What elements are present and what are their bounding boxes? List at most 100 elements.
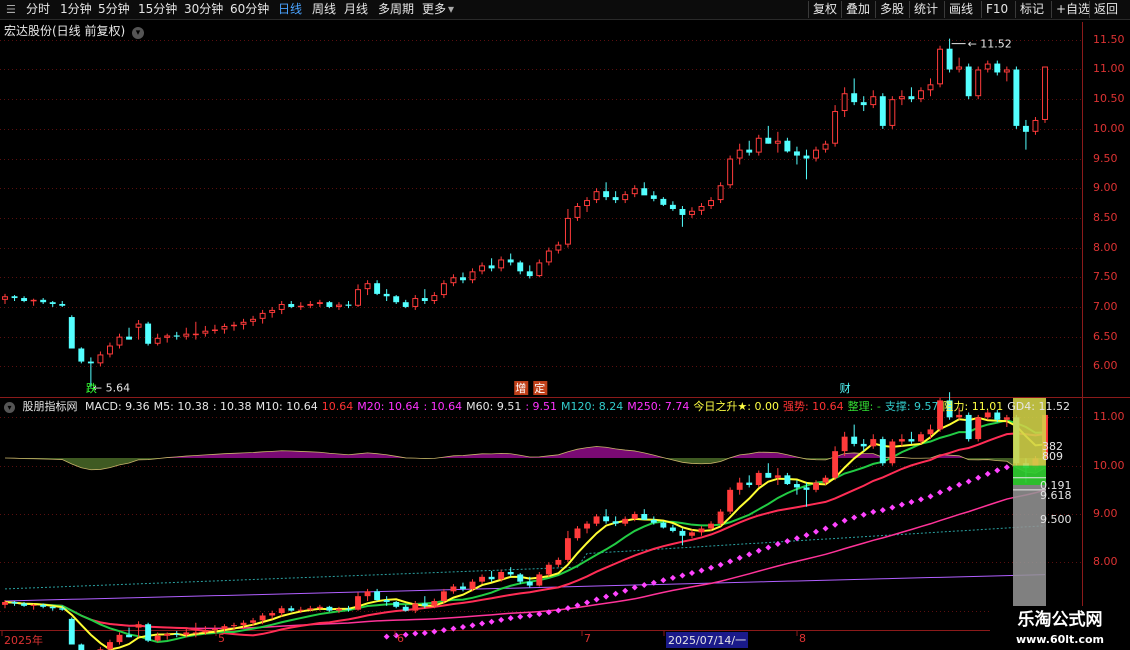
candle-body: [269, 309, 276, 313]
ind-candle-body: [784, 475, 791, 485]
ind-candle-body: [59, 608, 66, 610]
candle-body: [908, 96, 915, 100]
ind-candle-body: [21, 603, 28, 606]
ind-candle-body: [679, 530, 686, 536]
candle-body: [975, 69, 982, 97]
ind-candle-body: [240, 622, 247, 626]
candle-body: [431, 295, 438, 302]
event-marker-3: 财: [840, 381, 851, 395]
x-label-0: 2025年: [4, 634, 43, 647]
price-tick-1: 11.00: [1093, 62, 1125, 76]
tab-3[interactable]: 15分钟: [138, 0, 177, 19]
candle-body: [555, 244, 562, 251]
candle-body: [259, 312, 266, 319]
tool-4[interactable]: 画线: [944, 1, 977, 18]
candle-body: [412, 298, 419, 307]
ind-candle-body: [584, 523, 590, 529]
tool-5[interactable]: F10: [981, 1, 1012, 18]
ind-candle-body: [297, 609, 304, 611]
event-marker-2: 定: [534, 381, 545, 395]
tool-8[interactable]: 返回: [1089, 1, 1122, 18]
ind-candle-body: [78, 644, 85, 650]
tool-7[interactable]: +自选: [1051, 1, 1094, 18]
chart-app: 分时 1分钟 5分钟 15分钟 30分钟 60分钟 日线 周线 月线 多周期 更多 ▾ ☰ 复权 叠加 多股…: [0, 0, 1130, 650]
tab-9[interactable]: 多周期: [378, 0, 414, 19]
tab-0[interactable]: 分时: [26, 0, 50, 19]
candle-body: [154, 337, 161, 344]
ind-candle-body: [765, 472, 772, 478]
candle-body: [421, 298, 428, 302]
tab-6[interactable]: 日线: [278, 0, 302, 19]
price-tick-0: 11.50: [1093, 32, 1125, 46]
candle-body: [755, 137, 762, 153]
menu-icon[interactable]: ☰: [6, 0, 16, 19]
ind-candle-body: [479, 576, 486, 582]
chart-canvas[interactable]: ← 11.52 ← 5.64跌 增定 财: [0, 20, 1130, 650]
ind-candle-body: [116, 634, 123, 643]
ind-candle-body: [11, 601, 18, 604]
ind-candle-body: [145, 624, 152, 641]
event-marker-0: 跌: [86, 381, 97, 395]
tab-7[interactable]: 周线: [312, 0, 336, 19]
ind-candle-body: [412, 603, 419, 611]
ind-candle-body: [822, 477, 829, 483]
legend-item-12: 强势: 10.64: [782, 400, 844, 413]
candle-body: [832, 111, 839, 144]
tool-0[interactable]: 复权: [808, 1, 841, 18]
chevron-down-icon[interactable]: ▾: [448, 0, 454, 19]
ind-candle-body: [717, 511, 724, 524]
tool-3[interactable]: 统计: [909, 1, 942, 18]
ind-candle-body: [183, 632, 190, 635]
tab-10[interactable]: 更多: [422, 0, 446, 19]
candle-body: [183, 333, 190, 337]
ind-candle-body: [278, 608, 285, 614]
chevron-down-icon[interactable]: ▾: [4, 402, 15, 413]
ind-candle-body: [488, 576, 495, 580]
legend-item-8: : 9.51: [525, 400, 558, 413]
stock-title: 宏达股份(日线 前复权): [4, 24, 126, 38]
indicator-tick-1: 10.00: [1093, 458, 1125, 472]
chevron-down-icon[interactable]: ▾: [132, 27, 145, 39]
ind-candle-body: [1003, 417, 1010, 420]
watermark-title: 乐淘公式网: [1017, 610, 1103, 630]
legend-item-15: 阻力: 11.01: [942, 400, 1004, 413]
ind-candle-body: [746, 482, 753, 485]
ind-candle-body: [250, 620, 257, 623]
candle-body: [669, 204, 676, 209]
candle-body: [803, 155, 810, 159]
candle-body: [937, 48, 944, 85]
tab-8[interactable]: 月线: [344, 0, 368, 19]
candle-body: [460, 277, 466, 281]
candle-body: [78, 348, 85, 362]
candle-body: [813, 149, 819, 159]
candle-body: [574, 206, 581, 218]
ind-candle-body: [736, 482, 743, 490]
tab-5[interactable]: 60分钟: [230, 0, 269, 19]
candle-body: [870, 96, 877, 106]
ind-candle-body: [355, 596, 361, 610]
ind-candle-body: [126, 634, 132, 638]
toolbar: 分时 1分钟 5分钟 15分钟 30分钟 60分钟 日线 周线 月线 多周期 更多 ▾ ☰ 复权 叠加 多股…: [0, 0, 1130, 20]
candle-body: [603, 191, 610, 198]
legend-item-3: M10: 10.64: [255, 400, 318, 413]
ind-candle-body: [908, 439, 915, 442]
candle-body: [211, 329, 218, 332]
event-marker-1: 增: [515, 381, 526, 395]
tool-2[interactable]: 多股: [875, 1, 908, 18]
tool-1[interactable]: 叠加: [841, 1, 874, 18]
ind-candle-body: [164, 633, 171, 636]
candle-body: [135, 323, 142, 328]
price-tick-9: 7.00: [1093, 299, 1118, 313]
candle-body: [860, 102, 867, 106]
tool-6[interactable]: 标记: [1015, 1, 1048, 18]
price-tick-6: 8.50: [1093, 210, 1118, 224]
x-label-2: 6: [397, 632, 404, 645]
tab-4[interactable]: 30分钟: [184, 0, 223, 19]
legend-item-5: M20: 10.64: [357, 400, 420, 413]
candle-body: [97, 354, 104, 364]
candle-body: [355, 289, 361, 306]
candle-body: [68, 317, 75, 349]
indicator-tick-2: 9.00: [1093, 507, 1118, 520]
tab-1[interactable]: 1分钟: [60, 0, 92, 19]
tab-2[interactable]: 5分钟: [98, 0, 130, 19]
